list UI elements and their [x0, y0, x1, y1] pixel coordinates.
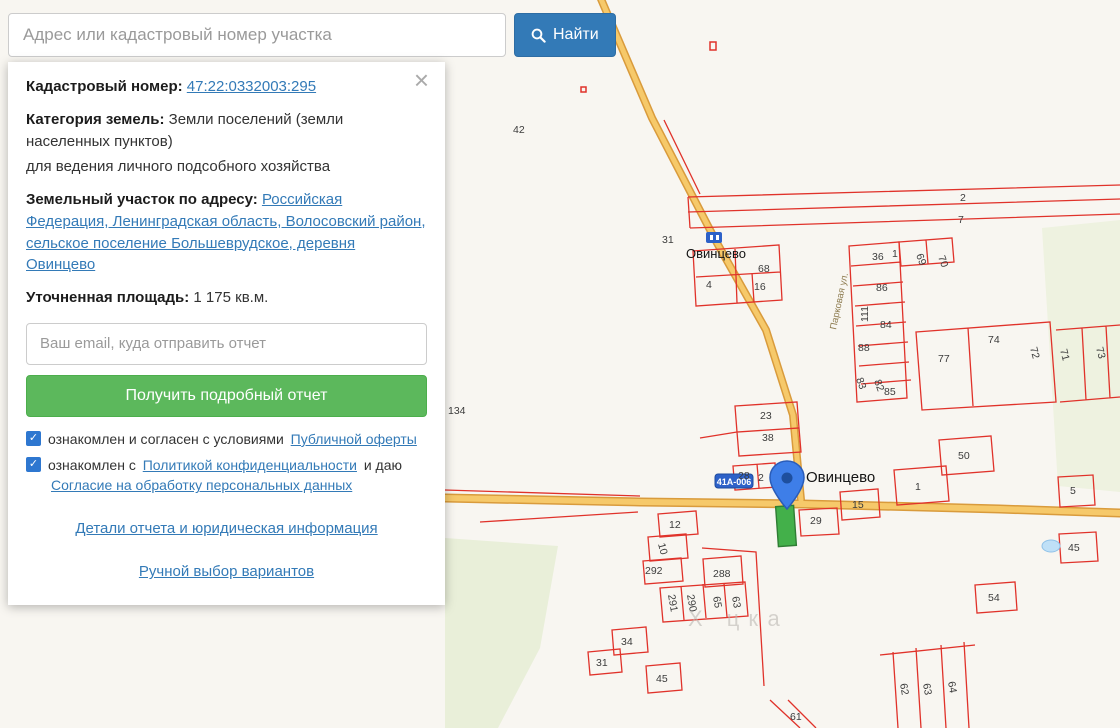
- parcel-number-label: 34: [621, 636, 633, 648]
- area-row: Уточненная площадь: 1 175 кв.м.: [26, 287, 427, 309]
- parcel-number-label: 50: [958, 450, 970, 462]
- parcel-number-label: 288: [713, 568, 731, 580]
- parcel-number-label: 64: [945, 680, 959, 694]
- parcel-number-label: 134: [448, 405, 466, 417]
- parcel-number-label: 15: [852, 499, 864, 511]
- address-row: Земельный участок по адресу: Российская …: [26, 189, 427, 276]
- cadastral-number-link[interactable]: 47:22:0332003:295: [187, 78, 316, 95]
- cadastral-map-page: 422731Овинцево68361697041686111848883828…: [0, 0, 1120, 728]
- privacy-consent-text: ознакомлен с Политикой конфиденциальност…: [48, 455, 427, 496]
- railway-station-icon: [706, 232, 722, 243]
- parcel-number-label: 85: [884, 386, 896, 398]
- checkbox-checked-icon[interactable]: ✓: [26, 457, 41, 472]
- privacy-consent-row[interactable]: ✓ ознакомлен с Политикой конфиденциально…: [26, 455, 427, 496]
- parcel-number-label: 38: [762, 432, 774, 444]
- area-value: 1 175 кв.м.: [193, 289, 268, 306]
- personal-data-consent-link[interactable]: Согласие на обработку персональных данны…: [51, 477, 352, 493]
- parcel-number-label: 74: [988, 334, 1000, 346]
- manual-choice-row: Ручной выбор вариантов: [26, 561, 427, 583]
- parcel-number-label: 2: [758, 472, 764, 484]
- parcel-number-label: 7: [958, 214, 964, 226]
- parcel-number-label: 45: [656, 673, 668, 685]
- privacy-policy-link[interactable]: Политикой конфиденциальности: [143, 457, 357, 473]
- place-label-ovintsevo: Овинцево: [686, 246, 746, 261]
- search-bar: Найти: [8, 13, 616, 57]
- parcel-number-label: 84: [880, 319, 892, 331]
- offer-consent-text: ознакомлен и согласен с условиями Публич…: [48, 429, 420, 449]
- parcel-info-panel: × Кадастровый номер: 47:22:0332003:295 К…: [8, 62, 445, 605]
- parcel-number-label: 86: [876, 282, 888, 294]
- get-report-button[interactable]: Получить подробный отчет: [26, 375, 427, 417]
- parcel-number-label: 1: [915, 481, 921, 493]
- parcel-number-label: 29: [810, 515, 822, 527]
- land-use-row: для ведения личного подсобного хозяйства: [26, 156, 427, 178]
- parcel-number-label: 31: [596, 657, 608, 669]
- parcel-number-label: 36: [872, 251, 884, 263]
- email-field[interactable]: [26, 323, 427, 365]
- parcel-number-label: 63: [920, 682, 934, 696]
- public-offer-link[interactable]: Публичной оферты: [291, 431, 417, 447]
- parcel-number-label: 77: [938, 353, 950, 365]
- parcel-number-label: 45: [1068, 542, 1080, 554]
- parcel-number-label: 4: [706, 279, 712, 291]
- railway-station-icon-detail: [716, 235, 719, 240]
- search-icon: [531, 28, 546, 43]
- parcel-number-label: 16: [754, 281, 766, 293]
- watermark-text: Х цка: [688, 606, 789, 631]
- pond-shape: [1042, 540, 1060, 552]
- search-button[interactable]: Найти: [514, 13, 616, 57]
- address-label: Земельный участок по адресу:: [26, 191, 258, 208]
- railway-station-icon-detail: [710, 235, 713, 240]
- land-category-label: Категория земель:: [26, 111, 164, 128]
- parcel-number-label: 1: [892, 248, 898, 260]
- cadastral-number-label: Кадастровый номер:: [26, 78, 183, 95]
- search-input[interactable]: [8, 13, 506, 57]
- search-button-label: Найти: [553, 26, 599, 44]
- parcel-number-label: 31: [662, 234, 674, 246]
- parcel-number-label: 62: [897, 682, 911, 696]
- checkbox-checked-icon[interactable]: ✓: [26, 431, 41, 446]
- parcel-number-label: 5: [1070, 485, 1076, 497]
- manual-choice-link[interactable]: Ручной выбор вариантов: [139, 563, 314, 580]
- cadastral-number-row: Кадастровый номер: 47:22:0332003:295: [26, 76, 427, 98]
- close-icon[interactable]: ×: [408, 66, 435, 94]
- parcel-number-label: 23: [760, 410, 772, 422]
- report-details-row: Детали отчета и юридическая информация: [26, 518, 427, 540]
- area-label: Уточненная площадь:: [26, 289, 189, 306]
- selected-parcel-highlight[interactable]: [776, 505, 797, 546]
- parcel-number-label: 2: [960, 192, 966, 204]
- parcel-number-label: 12: [669, 519, 681, 531]
- report-details-link[interactable]: Детали отчета и юридическая информация: [75, 520, 377, 537]
- parcel-number-label: 292: [645, 565, 663, 577]
- parcel-number-label: 88: [858, 342, 870, 354]
- parcel-number-label: 68: [758, 263, 770, 275]
- parcel-number-label: 42: [513, 124, 525, 136]
- land-category-row: Категория земель: Земли поселений (земли…: [26, 109, 427, 153]
- offer-consent-row[interactable]: ✓ ознакомлен и согласен с условиями Публ…: [26, 429, 427, 449]
- parcel-number-label: 111: [859, 306, 871, 322]
- parcel-number-label: 61: [790, 711, 802, 723]
- parcel-number-label: 54: [988, 592, 1000, 604]
- road-number-badge-label: 41А-006: [717, 477, 752, 487]
- place-label-ovintsevo: Овинцево: [806, 469, 875, 486]
